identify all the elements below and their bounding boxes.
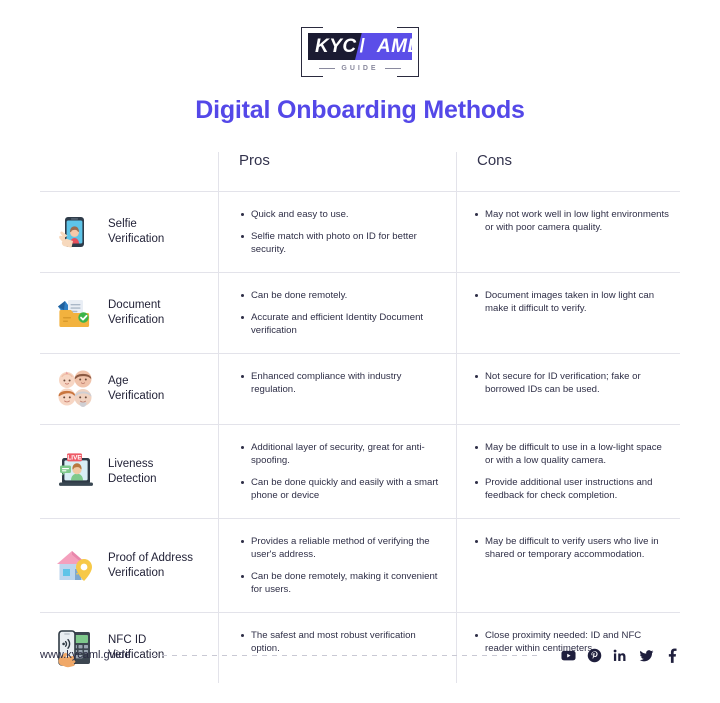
table-row: Document Verification Can be done remote… (40, 273, 680, 354)
age-faces-icon (54, 368, 96, 410)
list-item: Accurate and efficient Identity Document… (241, 311, 442, 337)
infographic-page: KYC / AML GUIDE Digital Onboarding Metho… (0, 0, 720, 703)
twitter-icon[interactable] (639, 648, 654, 663)
method-cell: Document Verification (40, 273, 218, 353)
pros-list: Additional layer of security, great for … (219, 425, 456, 518)
pinterest-icon[interactable] (587, 648, 602, 663)
list-item: Selfie match with photo on ID for better… (241, 230, 442, 256)
list-item: Provides a reliable method of verifying … (241, 535, 442, 561)
cons-list: May be difficult to verify users who liv… (457, 519, 680, 577)
footer-divider (152, 654, 539, 656)
logo-plate: KYC / AML (308, 33, 412, 60)
table-row: Proof of Address Verification Provides a… (40, 519, 680, 613)
cons-cell: Document images taken in low light can m… (456, 273, 680, 353)
cons-list: May be difficult to use in a low-light s… (457, 425, 680, 518)
method-label: Document Verification (108, 299, 165, 326)
document-folder-check-icon (54, 292, 96, 334)
method-label: Selfie Verification (108, 218, 165, 245)
youtube-icon[interactable] (561, 648, 576, 663)
method-label: Liveness Detection (108, 457, 157, 485)
pros-list: Quick and easy to use. Selfie match with… (219, 192, 456, 272)
pros-cell: Provides a reliable method of verifying … (218, 519, 456, 612)
logo-subtitle-line-right (384, 67, 401, 70)
list-item: Not secure for ID verification; fake or … (475, 370, 670, 396)
logo-slash-text: / (359, 35, 365, 57)
pros-cell: Quick and easy to use. Selfie match with… (218, 192, 456, 272)
cons-list: Document images taken in low light can m… (457, 273, 680, 331)
list-item: Document images taken in low light can m… (475, 289, 670, 315)
table-header-row: Pros Cons (40, 152, 680, 192)
pros-cell: Enhanced compliance with industry regula… (218, 354, 456, 424)
list-item: May be difficult to verify users who liv… (475, 535, 670, 561)
house-location-pin-icon (54, 545, 96, 587)
liveness-live-video-icon: LIVE (54, 451, 96, 493)
pros-list: Provides a reliable method of verifying … (219, 519, 456, 612)
comparison-table: Pros Cons Selfie Verification Quick and … (40, 152, 680, 683)
table-row: LIVE Liveness Detection Additional layer… (40, 425, 680, 519)
method-label: Age Verification (108, 375, 165, 402)
list-item: Additional layer of security, great for … (241, 441, 442, 467)
list-item: May be difficult to use in a low-light s… (475, 441, 670, 467)
list-item: Enhanced compliance with industry regula… (241, 370, 442, 396)
logo-aml-text: AML (376, 35, 412, 57)
list-item: Provide additional user instructions and… (475, 476, 670, 502)
list-item: Quick and easy to use. (241, 208, 442, 221)
method-label: Proof of Address Verification (108, 551, 194, 579)
page-title: Digital Onboarding Methods (195, 96, 525, 124)
method-cell: Proof of Address Verification (40, 519, 218, 612)
pros-list: Can be done remotely. Accurate and effic… (219, 273, 456, 353)
logo-subtitle-text: GUIDE (341, 65, 379, 72)
social-links (561, 648, 680, 663)
list-item: Can be done quickly and easily with a sm… (241, 476, 442, 502)
pros-cell: Can be done remotely. Accurate and effic… (218, 273, 456, 353)
table-row: Selfie Verification Quick and easy to us… (40, 192, 680, 273)
cons-cell: May be difficult to verify users who liv… (456, 519, 680, 612)
cons-cell: Not secure for ID verification; fake or … (456, 354, 680, 424)
method-cell: Age Verification (40, 354, 218, 424)
footer: www.kycaml.guide (40, 640, 680, 670)
pros-list: Enhanced compliance with industry regula… (219, 354, 456, 412)
cons-cell: May be difficult to use in a low-light s… (456, 425, 680, 518)
brand-logo: KYC / AML GUIDE (0, 27, 720, 77)
method-cell: Selfie Verification (40, 192, 218, 272)
pros-cell: Additional layer of security, great for … (218, 425, 456, 518)
facebook-icon[interactable] (665, 648, 680, 663)
selfie-phone-icon (54, 211, 96, 253)
svg-text:LIVE: LIVE (67, 454, 82, 461)
method-cell: LIVE Liveness Detection (40, 425, 218, 518)
logo-subtitle-line-left (319, 67, 336, 70)
cons-list: Not secure for ID verification; fake or … (457, 354, 680, 412)
table-row: Age Verification Enhanced compliance wit… (40, 354, 680, 425)
list-item: Can be done remotely. (241, 289, 442, 302)
logo-subtitle: GUIDE (301, 65, 419, 72)
header-cell-method (40, 152, 218, 191)
cons-cell: May not work well in low light environme… (456, 192, 680, 272)
list-item: May not work well in low light environme… (475, 208, 670, 234)
cons-list: May not work well in low light environme… (457, 192, 680, 250)
logo-kyc-text: KYC (315, 35, 357, 57)
list-item: Can be done remotely, making it convenie… (241, 570, 442, 596)
header-cell-cons: Cons (456, 152, 680, 191)
linkedin-icon[interactable] (613, 648, 628, 663)
header-cell-pros: Pros (218, 152, 456, 191)
footer-website-url[interactable]: www.kycaml.guide (40, 649, 130, 661)
